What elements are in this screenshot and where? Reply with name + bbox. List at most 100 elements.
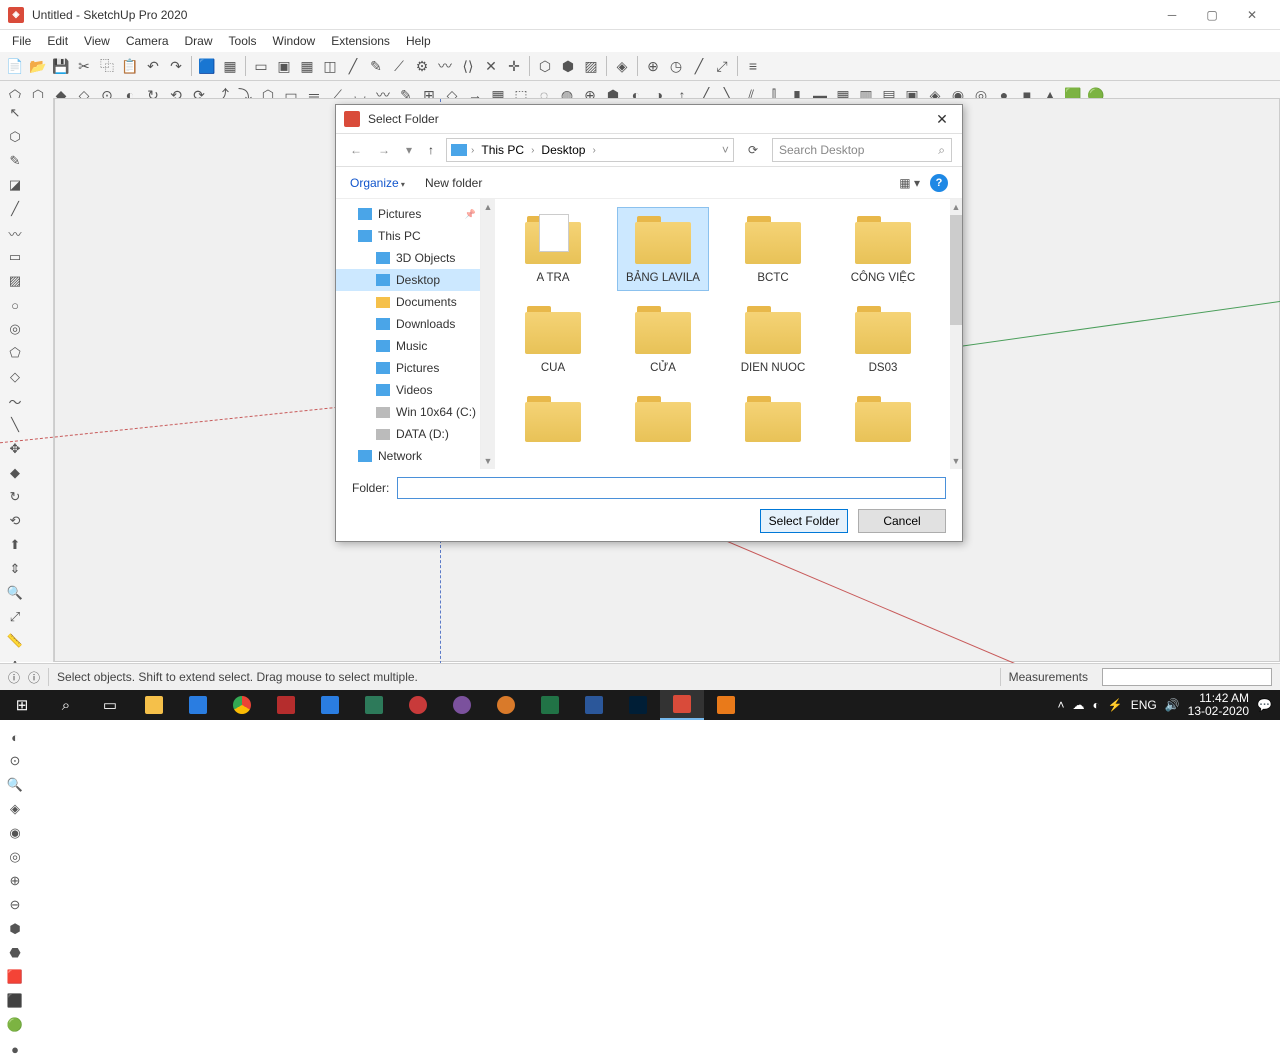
- pal-icon[interactable]: ◉: [4, 822, 26, 844]
- folder-view[interactable]: A TRABẢNG LAVILABCTCCÔNG VIỆCCUACỬADIEN …: [495, 199, 962, 469]
- pal-icon[interactable]: ●: [4, 1038, 26, 1060]
- zalo-icon[interactable]: [176, 690, 220, 720]
- nav-up-icon[interactable]: ↑: [424, 141, 438, 159]
- menu-extensions[interactable]: Extensions: [323, 32, 398, 50]
- pal-icon[interactable]: 〜: [4, 390, 26, 412]
- autocad-icon[interactable]: [264, 690, 308, 720]
- tool-save-icon[interactable]: 💾: [50, 55, 72, 77]
- pal-pushpull-icon[interactable]: ⬆: [4, 534, 26, 556]
- tray-icon[interactable]: ◐: [1092, 698, 1099, 712]
- folder-item[interactable]: BẢNG LAVILA: [617, 207, 709, 291]
- pal-icon[interactable]: ⬛: [4, 990, 26, 1012]
- tree-item[interactable]: Network: [336, 445, 480, 467]
- start-button[interactable]: ⊞: [0, 690, 44, 720]
- nav-tree[interactable]: PicturesThis PC3D ObjectsDesktopDocument…: [336, 199, 481, 469]
- tray-icon[interactable]: ☁: [1072, 698, 1084, 712]
- pal-icon[interactable]: ⬡: [4, 126, 26, 148]
- tool-new-icon[interactable]: 📄: [4, 55, 26, 77]
- folder-scrollbar[interactable]: ▲ ▼: [950, 199, 962, 469]
- nav-forward-icon[interactable]: →: [374, 141, 394, 159]
- pal-icon[interactable]: ▨: [4, 270, 26, 292]
- pal-icon[interactable]: ⊖: [4, 894, 26, 916]
- sketchup-icon[interactable]: [660, 690, 704, 720]
- pal-icon[interactable]: ◐: [4, 726, 26, 748]
- taskview-button[interactable]: ▭: [88, 690, 132, 720]
- tool-curve-icon[interactable]: 〰: [434, 55, 456, 77]
- pal-rotate-icon[interactable]: ↻: [4, 486, 26, 508]
- tree-item[interactable]: Downloads: [336, 313, 480, 335]
- scroll-down-icon[interactable]: ▼: [950, 453, 962, 469]
- tool-paste-icon[interactable]: 📋: [119, 55, 141, 77]
- folder-item[interactable]: [507, 387, 599, 443]
- folder-item[interactable]: CUA: [507, 297, 599, 381]
- tray-notifications-icon[interactable]: 💬: [1257, 698, 1272, 712]
- menu-tools[interactable]: Tools: [221, 32, 265, 50]
- chrome-icon[interactable]: [220, 690, 264, 720]
- folder-item[interactable]: DIEN NUOC: [727, 297, 819, 381]
- tool-globe-icon[interactable]: ⊕: [642, 55, 664, 77]
- menu-help[interactable]: Help: [398, 32, 439, 50]
- tool-view1-icon[interactable]: ◈: [611, 55, 633, 77]
- tool-wireframe-icon[interactable]: ⬢: [557, 55, 579, 77]
- select-folder-button[interactable]: Select Folder: [760, 509, 848, 533]
- cancel-button[interactable]: Cancel: [858, 509, 946, 533]
- tool-group-icon[interactable]: ▣: [273, 55, 295, 77]
- folder-item[interactable]: [617, 387, 709, 443]
- pal-icon[interactable]: ⬢: [4, 918, 26, 940]
- pal-icon[interactable]: 🔍: [4, 582, 26, 604]
- breadcrumb-item[interactable]: This PC: [478, 143, 527, 157]
- pal-zoom-icon[interactable]: 🔍: [4, 774, 26, 796]
- organize-button[interactable]: Organize: [350, 176, 405, 190]
- folder-item[interactable]: BCTC: [727, 207, 819, 291]
- pal-circle-icon[interactable]: ○: [4, 294, 26, 316]
- folder-item[interactable]: [727, 387, 819, 443]
- breadcrumb-item[interactable]: Desktop: [538, 143, 588, 157]
- tool-shade-icon[interactable]: ▨: [580, 55, 602, 77]
- tree-item[interactable]: Pictures: [336, 357, 480, 379]
- tool-select-icon[interactable]: ▭: [250, 55, 272, 77]
- pal-icon[interactable]: ╲: [4, 414, 26, 436]
- pal-icon[interactable]: ⇕: [4, 558, 26, 580]
- pal-poly-icon[interactable]: ⬠: [4, 342, 26, 364]
- folder-item[interactable]: CỬA: [617, 297, 709, 381]
- pal-icon[interactable]: ◈: [4, 798, 26, 820]
- pal-icon[interactable]: ⊙: [4, 750, 26, 772]
- system-tray[interactable]: ˄ ☁ ◐ ⚡ ENG 🔊 11:42 AM 13-02-2020 💬: [1049, 692, 1280, 718]
- menu-edit[interactable]: Edit: [39, 32, 76, 50]
- refresh-icon[interactable]: ⟳: [742, 143, 764, 157]
- explorer-icon[interactable]: [132, 690, 176, 720]
- pal-icon[interactable]: 🟥: [4, 966, 26, 988]
- close-button[interactable]: ✕: [1232, 0, 1272, 30]
- tree-item[interactable]: DATA (D:): [336, 423, 480, 445]
- app-icon[interactable]: [484, 690, 528, 720]
- tool-cube-icon[interactable]: ⬡: [534, 55, 556, 77]
- tool-undo-icon[interactable]: ↶: [142, 55, 164, 77]
- bc-dropdown-icon[interactable]: ˅: [722, 143, 729, 157]
- tree-item[interactable]: This PC: [336, 225, 480, 247]
- tool-stack-icon[interactable]: ≡: [742, 55, 764, 77]
- breadcrumb[interactable]: › This PC › Desktop › ˅: [446, 138, 734, 162]
- pal-icon[interactable]: ◇: [4, 366, 26, 388]
- outlook-icon[interactable]: [308, 690, 352, 720]
- word-icon[interactable]: [572, 690, 616, 720]
- search-input[interactable]: Search Desktop ⌕: [772, 138, 952, 162]
- tray-volume-icon[interactable]: 🔊: [1165, 698, 1180, 712]
- pal-select-icon[interactable]: ↖: [4, 102, 26, 124]
- tree-item[interactable]: Desktop: [336, 269, 480, 291]
- dialog-close-button[interactable]: ✕: [922, 105, 962, 133]
- tray-clock[interactable]: 11:42 AM 13-02-2020: [1188, 692, 1249, 718]
- pal-icon[interactable]: ✎: [4, 150, 26, 172]
- tool-material-icon[interactable]: 🟦: [196, 55, 218, 77]
- tool-path-icon[interactable]: ⟋: [388, 55, 410, 77]
- pal-icon[interactable]: ◎: [4, 318, 26, 340]
- tool-pencil-icon[interactable]: ✎: [365, 55, 387, 77]
- search-button[interactable]: ⌕: [44, 690, 88, 720]
- pal-icon[interactable]: ◆: [4, 462, 26, 484]
- pal-icon[interactable]: ⬣: [4, 942, 26, 964]
- scroll-down-icon[interactable]: ▼: [481, 453, 495, 469]
- folder-item[interactable]: A TRA: [507, 207, 599, 291]
- menu-camera[interactable]: Camera: [118, 32, 177, 50]
- tool-box-icon[interactable]: ◫: [319, 55, 341, 77]
- pal-icon[interactable]: ⟲: [4, 510, 26, 532]
- tray-wifi-icon[interactable]: ⚡: [1108, 698, 1123, 712]
